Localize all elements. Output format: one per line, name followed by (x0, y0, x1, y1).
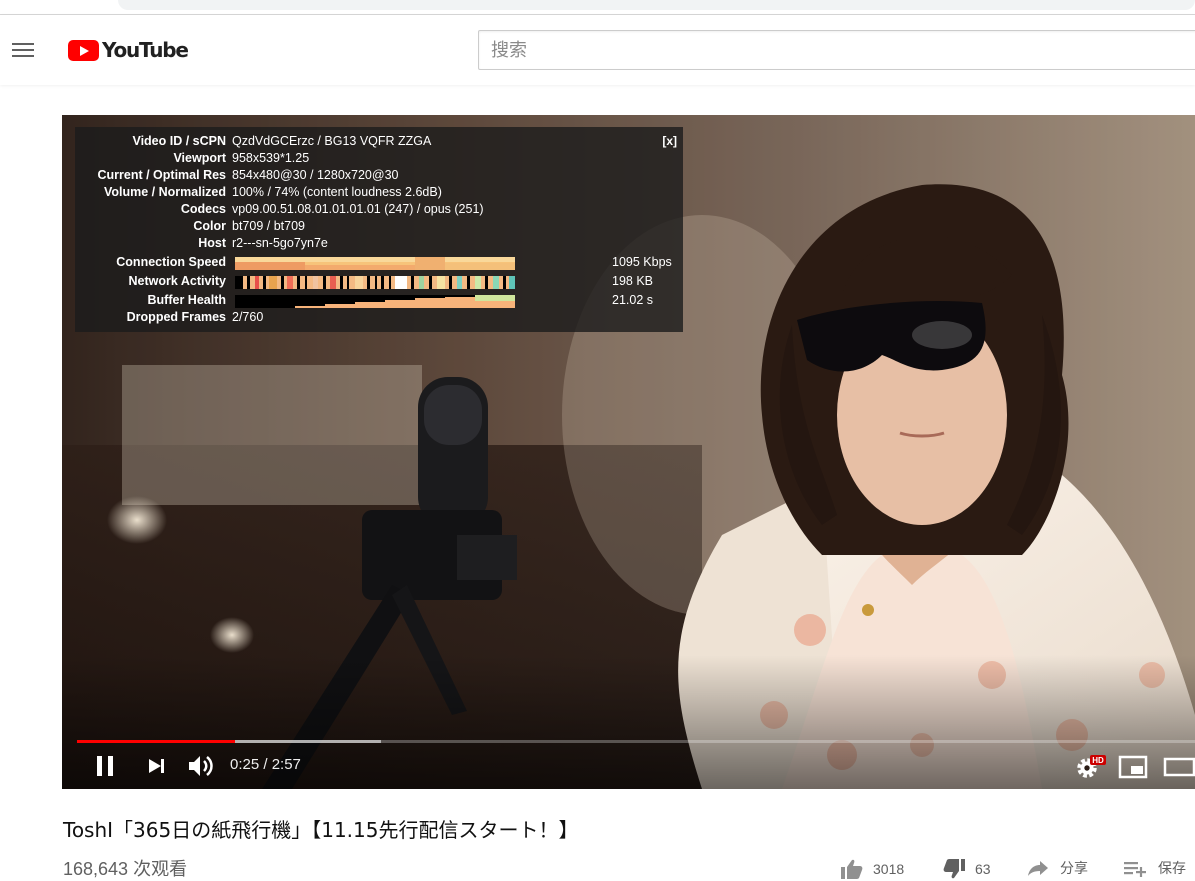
menu-icon[interactable] (12, 41, 34, 59)
stat-label: Buffer Health (147, 293, 226, 307)
next-button[interactable] (146, 756, 168, 776)
like-count: 3018 (873, 861, 905, 877)
stat-row-viewport: Viewport 958x539*1.25 (75, 151, 683, 168)
network-activity-graph (235, 276, 515, 289)
pause-icon (97, 756, 102, 776)
stat-label: Current / Optimal Res (97, 168, 227, 182)
save-label: 保存 (1158, 860, 1186, 876)
browser-tab-strip (0, 0, 1195, 15)
stat-value: vp09.00.51.08.01.01.01.01 (247) / opus (… (232, 202, 484, 216)
search-input[interactable] (478, 30, 1195, 70)
pause-button[interactable] (92, 755, 122, 777)
stat-row-codecs: Codecs vp09.00.51.08.01.01.01.01 (247) /… (75, 202, 683, 219)
stat-row-network-activity: Network Activity 198 KB (75, 274, 683, 291)
stat-row-video-id: Video ID / sCPN QzdVdGCErzc / BG13 VQFR … (75, 134, 683, 151)
stat-value: r2---sn-5go7yn7e (232, 236, 328, 250)
stat-row-volume: Volume / Normalized 100% / 74% (content … (75, 185, 683, 202)
video-player[interactable]: [x] Video ID / sCPN QzdVdGCErzc / BG13 V… (62, 115, 1195, 789)
stat-value: 2/760 (232, 310, 264, 324)
playlist-add-icon (1124, 862, 1146, 877)
stat-row-buffer-health: Buffer Health 21.02 s (75, 293, 683, 310)
progress-played (77, 740, 235, 743)
volume-icon (189, 756, 200, 776)
share-button[interactable]: 分享 (1027, 858, 1088, 878)
stat-label: Codecs (180, 202, 226, 216)
connection-speed-graph (235, 257, 515, 270)
next-icon (149, 759, 161, 773)
stat-value: 854x480@30 / 1280x720@30 (232, 168, 399, 182)
connection-speed-value: 1095 Kbps (612, 255, 672, 269)
buffer-health-value: 21.02 s (612, 293, 654, 307)
youtube-play-icon (68, 39, 99, 61)
stat-label: Volume / Normalized (103, 185, 226, 199)
logo-text: YouTube (102, 38, 189, 62)
stat-value: QzdVdGCErzc / BG13 VQFR ZZGA (232, 134, 432, 148)
progress-bar[interactable] (77, 740, 1195, 743)
buffer-health-graph (235, 295, 515, 308)
network-activity-value: 198 KB (612, 274, 654, 288)
masthead: YouTube (0, 15, 1195, 85)
stat-label: Video ID / sCPN (132, 134, 226, 148)
view-count: 168,643 次观看 (63, 859, 188, 879)
miniplayer-button[interactable] (1117, 753, 1149, 781)
stat-row-host: Host r2---sn-5go7yn7e (75, 236, 683, 253)
theater-icon (1163, 757, 1195, 777)
stat-value: 100% / 74% (content loudness 2.6dB) (232, 185, 442, 199)
stat-value: 958x539*1.25 (232, 151, 310, 165)
stat-label: Host (198, 236, 226, 250)
stats-for-nerds-panel: [x] Video ID / sCPN QzdVdGCErzc / BG13 V… (75, 127, 683, 332)
stat-label: Network Activity (128, 274, 226, 288)
stat-label: Viewport (173, 151, 226, 165)
save-button[interactable]: 保存 (1123, 858, 1186, 878)
hd-badge-label: HD (1092, 756, 1104, 765)
stat-row-color: Color bt709 / bt709 (75, 219, 683, 236)
video-title: ToshI「365日の紙飛行機」【11.15先行配信スタート！】 (63, 818, 579, 842)
share-icon (1028, 861, 1048, 876)
stat-row-resolution: Current / Optimal Res 854x480@30 / 1280x… (75, 168, 683, 185)
volume-button[interactable] (187, 753, 215, 779)
dislike-count: 63 (975, 861, 991, 877)
time-display: 0:25 / 2:57 (230, 756, 301, 773)
stat-label: Dropped Frames (126, 310, 226, 324)
stat-value: bt709 / bt709 (232, 219, 305, 233)
share-label: 分享 (1060, 860, 1088, 876)
stat-label: Color (193, 219, 226, 233)
youtube-logo[interactable]: YouTube (68, 38, 189, 62)
stat-label: Connection Speed (116, 255, 226, 269)
stat-row-dropped-frames: Dropped Frames 2/760 (75, 310, 683, 327)
theater-button[interactable] (1162, 753, 1195, 781)
address-bar[interactable] (118, 0, 1195, 10)
stat-row-connection-speed: Connection Speed 1095 Kbps (75, 255, 683, 272)
settings-button[interactable]: HD (1074, 752, 1106, 782)
